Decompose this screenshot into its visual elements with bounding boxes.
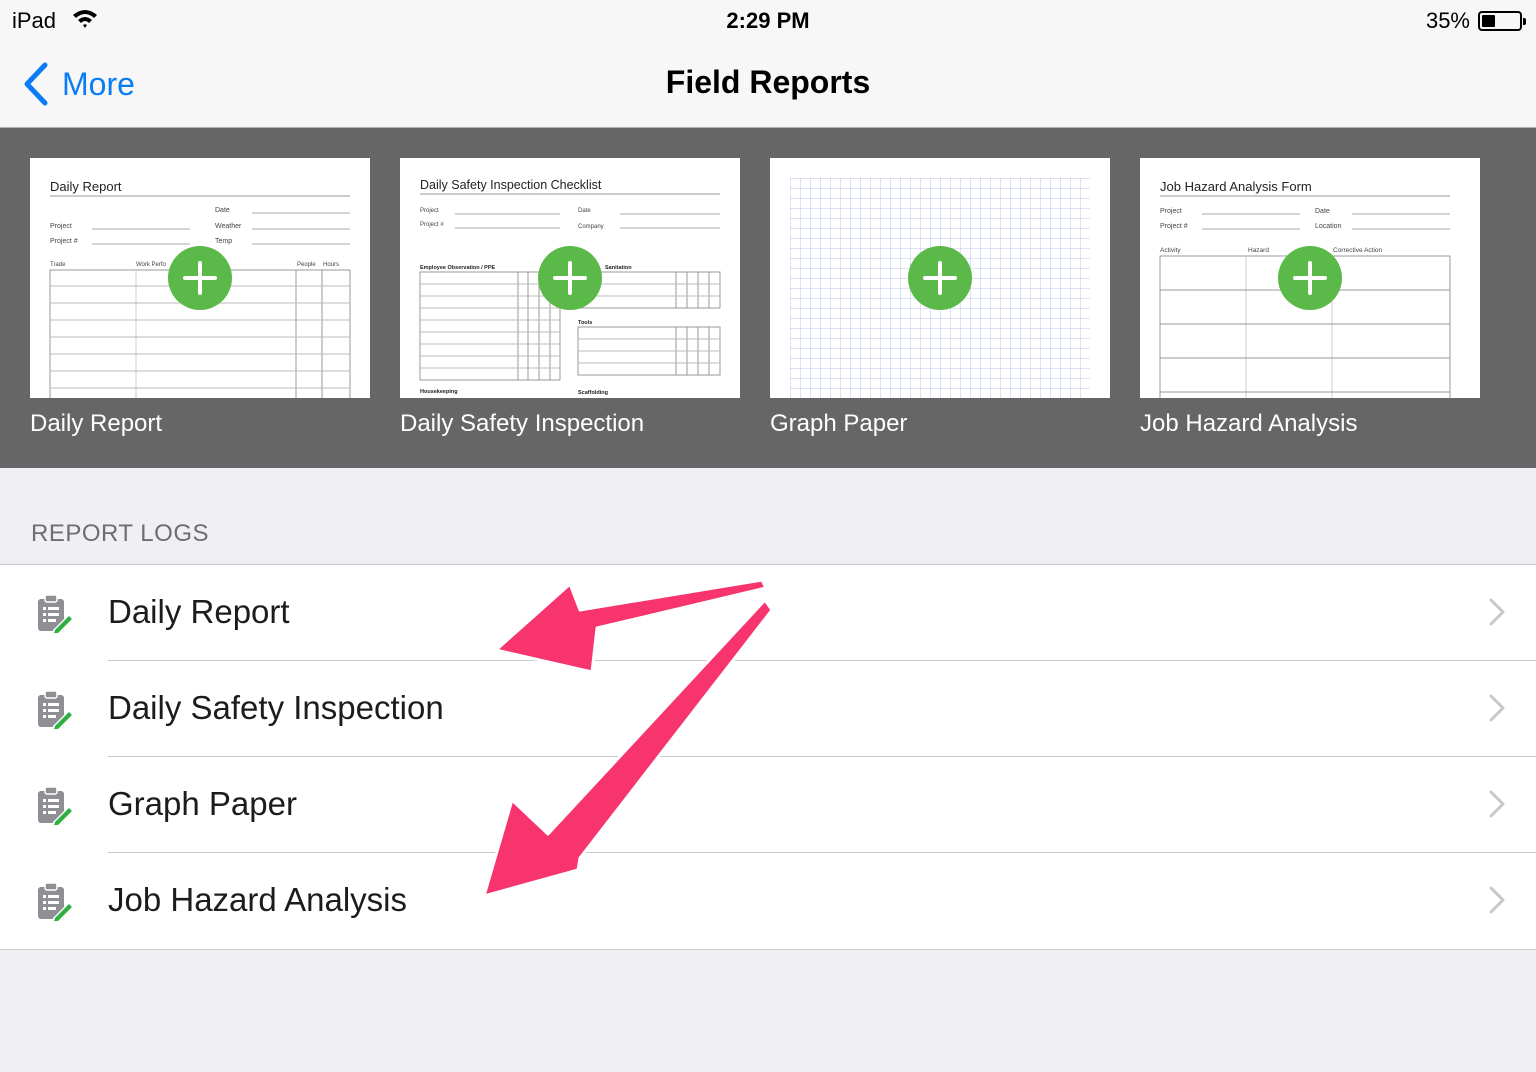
svg-text:Work Perfo: Work Perfo [136,262,167,268]
status-bar: iPad 2:29 PM 35% [0,0,1536,42]
template-label: Job Hazard Analysis [1140,410,1358,437]
list-item-graph-paper[interactable]: Graph Paper [0,757,1536,853]
navigation-bar: More Field Reports [0,42,1536,128]
svg-text:Housekeeping: Housekeeping [420,389,458,395]
svg-text:Temp: Temp [215,238,232,245]
clipboard-edit-icon [38,594,74,635]
template-label: Daily Safety Inspection [400,410,645,437]
clipboard-edit-icon [38,786,74,827]
svg-text:Hazard: Hazard [1248,247,1269,254]
list-item-label: Daily Report [108,593,290,630]
svg-text:Job Hazard Analysis Form: Job Hazard Analysis Form [1160,179,1312,194]
svg-text:Weather: Weather [215,223,242,230]
list-item-daily-report[interactable]: Daily Report [0,565,1536,661]
add-graph-paper-button[interactable] [908,246,972,310]
section-header: REPORT LOGS [31,520,209,547]
battery-fill [1482,15,1495,27]
svg-text:Project #: Project # [420,222,444,228]
template-strip: Daily Report Project Project # Date Weat… [0,128,1536,468]
list-item-label: Job Hazard Analysis [108,881,407,918]
svg-text:Company: Company [578,224,604,230]
add-daily-report-button[interactable] [168,246,232,310]
list-item-daily-safety-inspection[interactable]: Daily Safety Inspection [0,661,1536,757]
add-daily-safety-inspection-button[interactable] [538,246,602,310]
page-title: Field Reports [665,64,871,100]
svg-text:Project: Project [1160,208,1182,215]
svg-text:Scaffolding: Scaffolding [578,390,608,396]
svg-text:Date: Date [578,208,591,214]
svg-text:Tools: Tools [578,320,592,326]
template-thumbnail: Daily Safety Inspection Checklist Projec… [400,158,740,398]
svg-text:Activity: Activity [1160,247,1181,254]
screen: iPad 2:29 PM 35% More Field Reports Dail… [0,0,1536,1072]
template-card-graph-paper[interactable]: Graph Paper [770,158,1110,438]
clipboard-edit-icon [38,882,74,923]
chevron-right-icon [1489,598,1505,626]
template-label: Graph Paper [770,410,908,437]
svg-text:Employee Observation / PPE: Employee Observation / PPE [420,265,496,271]
chevron-right-icon [1489,694,1505,722]
report-logs-list: Daily Report Daily Safety Inspection Gra… [0,564,1536,950]
chevron-right-icon [1489,790,1505,818]
svg-text:Hours: Hours [323,262,339,268]
svg-text:People: People [297,262,316,268]
svg-text:Corrective Action: Corrective Action [1333,247,1383,254]
svg-text:Daily Report: Daily Report [50,179,122,194]
list-item-job-hazard-analysis[interactable]: Job Hazard Analysis [0,853,1536,949]
svg-text:Project #: Project # [50,238,78,245]
svg-text:Trade: Trade [50,262,66,268]
svg-text:Sanitation: Sanitation [605,265,632,271]
clock: 2:29 PM [726,8,810,33]
template-label: Daily Report [30,410,163,437]
template-card-daily-report[interactable]: Daily Report Project Project # Date Weat… [30,158,370,438]
list-item-label: Graph Paper [108,785,297,822]
svg-text:Project: Project [420,208,439,214]
template-thumbnail [770,158,1110,398]
svg-text:Date: Date [215,207,230,214]
svg-text:Daily Safety Inspection Checkl: Daily Safety Inspection Checklist [420,178,602,192]
list-item-label: Daily Safety Inspection [108,689,444,726]
template-thumbnail: Daily Report Project Project # Date Weat… [30,158,370,398]
template-card-daily-safety-inspection[interactable]: Daily Safety Inspection Checklist Projec… [400,158,740,438]
chevron-right-icon [1489,886,1505,914]
clipboard-edit-icon [38,690,74,731]
svg-text:Location: Location [1315,223,1342,230]
battery-icon [1478,11,1526,31]
template-card-job-hazard-analysis[interactable]: Job Hazard Analysis Form Project Project… [1140,158,1480,438]
svg-text:Date: Date [1315,208,1330,215]
svg-text:Project: Project [50,223,72,230]
svg-text:Project #: Project # [1160,223,1188,230]
battery-percent: 35% [1425,8,1470,33]
template-thumbnail: Job Hazard Analysis Form Project Project… [1140,158,1480,398]
add-job-hazard-analysis-button[interactable] [1278,246,1342,310]
